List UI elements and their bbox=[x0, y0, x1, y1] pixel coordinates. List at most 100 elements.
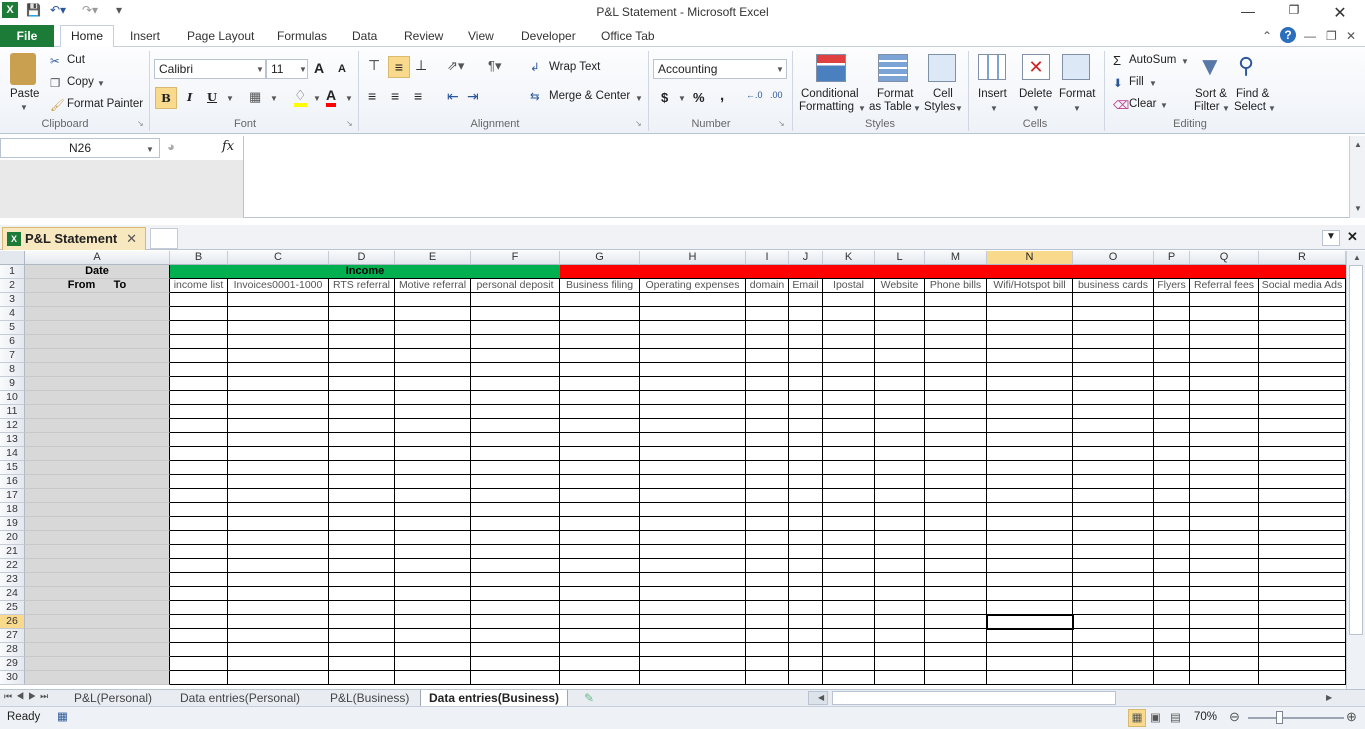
row-header-3[interactable]: 3 bbox=[0, 293, 25, 307]
cell-d9[interactable] bbox=[329, 377, 395, 391]
cell-f19[interactable] bbox=[471, 517, 560, 531]
cell-q6[interactable] bbox=[1190, 335, 1259, 349]
cell-p2[interactable]: Flyers bbox=[1154, 279, 1190, 293]
zoom-level[interactable]: 70% bbox=[1194, 711, 1217, 723]
sheet-tab-data-business[interactable]: Data entries(Business) bbox=[420, 690, 569, 707]
cell-q3[interactable] bbox=[1190, 293, 1259, 307]
cell-m16[interactable] bbox=[925, 475, 987, 489]
font-launcher-icon[interactable]: ↘ bbox=[346, 119, 353, 128]
cell-h6[interactable] bbox=[640, 335, 746, 349]
cell-r7[interactable] bbox=[1259, 349, 1346, 363]
cell-o13[interactable] bbox=[1073, 433, 1154, 447]
cell-c13[interactable] bbox=[228, 433, 329, 447]
cell-a20[interactable] bbox=[25, 531, 170, 545]
cell-k18[interactable] bbox=[823, 503, 875, 517]
cell-e5[interactable] bbox=[395, 321, 471, 335]
cell-b18[interactable] bbox=[170, 503, 228, 517]
row-header-7[interactable]: 7 bbox=[0, 349, 25, 363]
cell-h29[interactable] bbox=[640, 657, 746, 671]
vertical-scrollbar[interactable]: ▲ bbox=[1346, 251, 1365, 689]
cell-k27[interactable] bbox=[823, 629, 875, 643]
cell-m9[interactable] bbox=[925, 377, 987, 391]
cell-c25[interactable] bbox=[228, 601, 329, 615]
cell-j16[interactable] bbox=[789, 475, 823, 489]
cell-n17[interactable] bbox=[987, 489, 1073, 503]
cell-h2[interactable]: Operating expenses bbox=[640, 279, 746, 293]
cell-q21[interactable] bbox=[1190, 545, 1259, 559]
cell-o8[interactable] bbox=[1073, 363, 1154, 377]
cell-m5[interactable] bbox=[925, 321, 987, 335]
cell-o23[interactable] bbox=[1073, 573, 1154, 587]
cell-a22[interactable] bbox=[25, 559, 170, 573]
row-header-11[interactable]: 11 bbox=[0, 405, 25, 419]
tab-office-tab[interactable]: Office Tab bbox=[601, 29, 655, 43]
grow-font-button[interactable]: A bbox=[314, 60, 324, 76]
cell-i8[interactable] bbox=[746, 363, 789, 377]
cell-c14[interactable] bbox=[228, 447, 329, 461]
cell-f20[interactable] bbox=[471, 531, 560, 545]
cell-j21[interactable] bbox=[789, 545, 823, 559]
cell-k15[interactable] bbox=[823, 461, 875, 475]
cell-d21[interactable] bbox=[329, 545, 395, 559]
cell-l22[interactable] bbox=[875, 559, 925, 573]
cell-c23[interactable] bbox=[228, 573, 329, 587]
cell-b14[interactable] bbox=[170, 447, 228, 461]
cell-b24[interactable] bbox=[170, 587, 228, 601]
cell-c11[interactable] bbox=[228, 405, 329, 419]
cell-g28[interactable] bbox=[560, 643, 640, 657]
cell-styles-button[interactable]: Cell bbox=[933, 88, 953, 100]
cell-a6[interactable] bbox=[25, 335, 170, 349]
cell-e18[interactable] bbox=[395, 503, 471, 517]
tab-formulas[interactable]: Formulas bbox=[277, 29, 327, 43]
normal-view-icon[interactable]: ▦ bbox=[1128, 709, 1146, 727]
cell-a2[interactable]: From To bbox=[25, 279, 170, 293]
paste-icon[interactable] bbox=[10, 53, 36, 85]
cell-d10[interactable] bbox=[329, 391, 395, 405]
cell-c4[interactable] bbox=[228, 307, 329, 321]
cell-r18[interactable] bbox=[1259, 503, 1346, 517]
cell-g18[interactable] bbox=[560, 503, 640, 517]
cell-f30[interactable] bbox=[471, 671, 560, 685]
cell-r28[interactable] bbox=[1259, 643, 1346, 657]
cell-o27[interactable] bbox=[1073, 629, 1154, 643]
cell-e3[interactable] bbox=[395, 293, 471, 307]
column-header-h[interactable]: H bbox=[640, 251, 746, 265]
cell-h7[interactable] bbox=[640, 349, 746, 363]
cell-r5[interactable] bbox=[1259, 321, 1346, 335]
cell-o9[interactable] bbox=[1073, 377, 1154, 391]
cell-p7[interactable] bbox=[1154, 349, 1190, 363]
cell-q27[interactable] bbox=[1190, 629, 1259, 643]
cell-r13[interactable] bbox=[1259, 433, 1346, 447]
cell-d13[interactable] bbox=[329, 433, 395, 447]
cell-k30[interactable] bbox=[823, 671, 875, 685]
cell-a16[interactable] bbox=[25, 475, 170, 489]
cell-j19[interactable] bbox=[789, 517, 823, 531]
format-as-table-button[interactable]: Format bbox=[877, 88, 913, 100]
cell-h12[interactable] bbox=[640, 419, 746, 433]
fill-dropdown-icon[interactable]: ▼ bbox=[1149, 79, 1157, 88]
cell-c20[interactable] bbox=[228, 531, 329, 545]
merge-dropdown-icon[interactable]: ▼ bbox=[635, 94, 643, 103]
cell-i7[interactable] bbox=[746, 349, 789, 363]
row-header-23[interactable]: 23 bbox=[0, 573, 25, 587]
cell-b16[interactable] bbox=[170, 475, 228, 489]
cell-styles-label2[interactable]: Styles bbox=[924, 101, 955, 113]
cell-r27[interactable] bbox=[1259, 629, 1346, 643]
cell-h18[interactable] bbox=[640, 503, 746, 517]
cell-m23[interactable] bbox=[925, 573, 987, 587]
cell-l27[interactable] bbox=[875, 629, 925, 643]
cell-d14[interactable] bbox=[329, 447, 395, 461]
cell-g2[interactable]: Business filing bbox=[560, 279, 640, 293]
cell-m30[interactable] bbox=[925, 671, 987, 685]
cell-l5[interactable] bbox=[875, 321, 925, 335]
row-header-28[interactable]: 28 bbox=[0, 643, 25, 657]
cell-j5[interactable] bbox=[789, 321, 823, 335]
cell-o5[interactable] bbox=[1073, 321, 1154, 335]
cell-j11[interactable] bbox=[789, 405, 823, 419]
cell-l12[interactable] bbox=[875, 419, 925, 433]
cell-i10[interactable] bbox=[746, 391, 789, 405]
cell-r9[interactable] bbox=[1259, 377, 1346, 391]
cell-c8[interactable] bbox=[228, 363, 329, 377]
cell-a11[interactable] bbox=[25, 405, 170, 419]
clear-button[interactable]: Clear bbox=[1129, 98, 1156, 110]
